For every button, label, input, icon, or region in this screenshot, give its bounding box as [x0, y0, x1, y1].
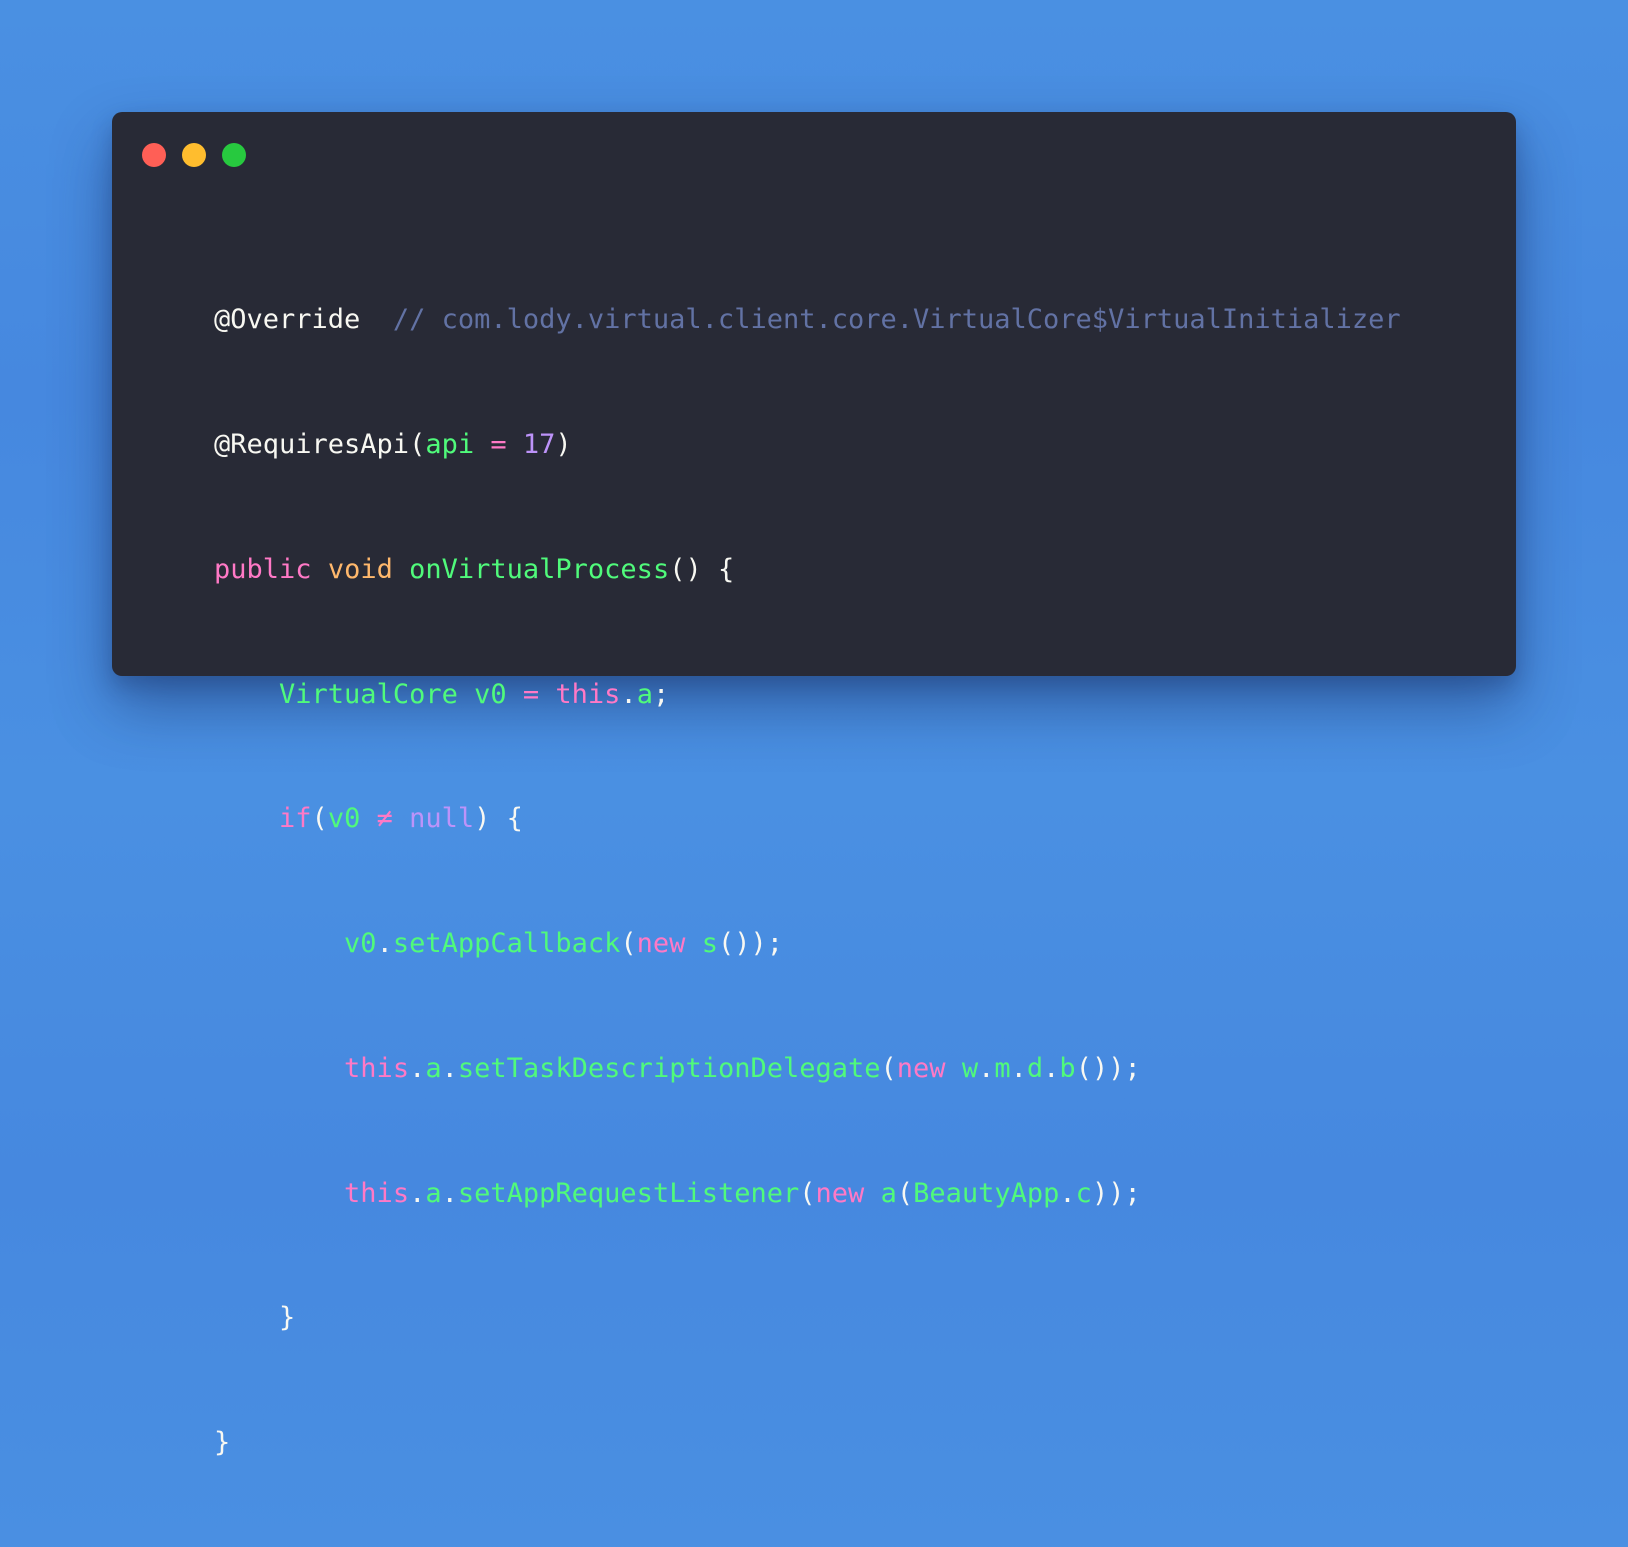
paren-open: ( [311, 803, 328, 835]
param-api: api [425, 428, 475, 460]
method-set-task-description-delegate: setTaskDescriptionDelegate [457, 1052, 881, 1084]
code-line-9: } [214, 1297, 1401, 1339]
operator-assign: = [506, 678, 556, 710]
dot: . [376, 928, 393, 960]
type-virtualcore: VirtualCore [279, 678, 458, 710]
type-void: void [327, 553, 393, 585]
dot: . [978, 1052, 995, 1084]
dot: . [409, 1177, 426, 1209]
paren-open: ( [880, 1052, 897, 1084]
operator-not-equal: ≠ [360, 803, 410, 835]
brace-close: } [279, 1302, 296, 1334]
code-line-2: @RequiresApi(api = 17) [214, 424, 1401, 466]
var-v0: v0 [474, 678, 507, 710]
dot: . [441, 1177, 458, 1209]
semicolon: ; [652, 678, 670, 710]
close-button[interactable] [142, 143, 166, 167]
package-d: d [1026, 1052, 1044, 1084]
code-comment: // com.lody.virtual.client.core.VirtualC… [392, 304, 1401, 336]
method-set-app-request-listener: setAppRequestListener [457, 1177, 800, 1209]
keyword-null: null [409, 803, 475, 835]
keyword-public: public [214, 553, 312, 585]
dot: . [441, 1052, 458, 1084]
package-w: w [961, 1052, 979, 1084]
class-b: b [1059, 1052, 1076, 1084]
code-line-6: v0.setAppCallback(new s()); [214, 923, 1401, 965]
dot: . [409, 1052, 426, 1084]
statement-end: ()); [1075, 1052, 1141, 1084]
keyword-this: this [344, 1052, 410, 1084]
keyword-this: this [344, 1177, 410, 1209]
dot: . [1010, 1052, 1027, 1084]
field-a: a [425, 1052, 442, 1084]
number-17: 17 [522, 428, 556, 460]
dot: . [1043, 1052, 1060, 1084]
code-line-10: } [214, 1422, 1401, 1464]
method-signature-rest: () { [669, 553, 735, 585]
var-v0: v0 [327, 803, 361, 835]
operator-assign: = [474, 428, 523, 460]
keyword-if: if [279, 803, 312, 835]
keyword-new: new [815, 1177, 865, 1209]
var-v0: v0 [344, 928, 377, 960]
keyword-this: this [555, 678, 621, 710]
minimize-button[interactable] [182, 143, 206, 167]
zoom-button[interactable] [222, 143, 246, 167]
paren-open: ( [620, 928, 637, 960]
code-line-1: @Override // com.lody.virtual.client.cor… [214, 299, 1401, 341]
method-name: onVirtualProcess [409, 553, 670, 585]
class-s: s [701, 928, 718, 960]
code-line-8: this.a.setAppRequestListener(new a(Beaut… [214, 1173, 1401, 1215]
field-a: a [636, 678, 653, 710]
field-a: a [425, 1177, 442, 1209]
code-window: @Override // com.lody.virtual.client.cor… [112, 112, 1516, 1458]
annotation-requires-api: @RequiresApi( [214, 428, 426, 460]
paren-close: ) [555, 428, 572, 460]
paren-open: ( [799, 1177, 816, 1209]
dot: . [1059, 1177, 1076, 1209]
keyword-new: new [896, 1052, 946, 1084]
code-line-3: public void onVirtualProcess() { [214, 549, 1401, 591]
code-line-5: if(v0 ≠ null) { [214, 798, 1401, 840]
annotation-override: @Override [214, 304, 361, 336]
brace-close: } [214, 1427, 231, 1459]
class-beautyapp: BeautyApp [913, 1177, 1060, 1209]
code-block: @Override // com.lody.virtual.client.cor… [214, 216, 1401, 1547]
code-line-7: this.a.setTaskDescriptionDelegate(new w.… [214, 1048, 1401, 1090]
field-c: c [1075, 1177, 1092, 1209]
keyword-new: new [636, 928, 686, 960]
paren-brace: ) { [474, 803, 523, 835]
paren-open: ( [896, 1177, 914, 1209]
window-controls [142, 143, 246, 167]
class-a: a [880, 1177, 897, 1209]
dot: . [620, 678, 637, 710]
method-set-app-callback: setAppCallback [392, 928, 621, 960]
package-m: m [994, 1052, 1011, 1084]
statement-end: )); [1091, 1177, 1141, 1209]
statement-end: ()); [717, 928, 784, 960]
code-line-4: VirtualCore v0 = this.a; [214, 674, 1401, 716]
